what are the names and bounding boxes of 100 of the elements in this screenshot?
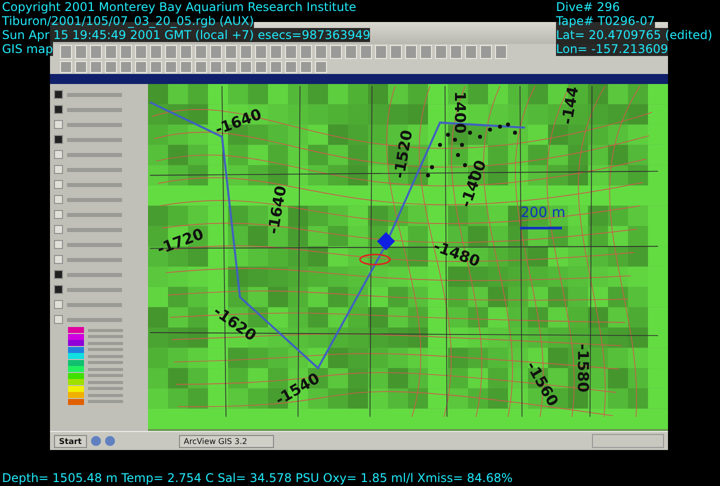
illegible-label (67, 242, 122, 246)
layer-checkbox[interactable] (54, 270, 63, 279)
illegible-label (88, 368, 123, 371)
illegible-label (67, 288, 122, 292)
tool-button[interactable] (480, 45, 492, 59)
tool-button[interactable] (105, 61, 117, 73)
layer-checkbox[interactable] (54, 255, 63, 264)
tool-button[interactable] (345, 45, 357, 59)
tool-button[interactable] (225, 61, 237, 73)
tool-button[interactable] (195, 61, 207, 73)
tool-button[interactable] (465, 45, 477, 59)
overlay-text: Tape# T0296-07 (556, 14, 656, 28)
tool-button[interactable] (150, 61, 162, 73)
illegible-label (67, 212, 122, 216)
tool-button[interactable] (150, 45, 162, 59)
tool-button[interactable] (90, 61, 102, 73)
tool-button[interactable] (90, 45, 102, 59)
contour-label: -1480 (431, 236, 482, 271)
layer-checkbox[interactable] (54, 240, 63, 249)
tool-button[interactable] (285, 61, 297, 73)
tool-button[interactable] (165, 61, 177, 73)
tool-button[interactable] (300, 61, 312, 73)
overlay-text: Tiburon/2001/105/07_03_20_05.rgb (AUX) (2, 14, 254, 28)
contour-label: -1520 (390, 128, 416, 180)
start-button[interactable]: Start (54, 434, 87, 448)
tool-button[interactable] (315, 61, 327, 73)
taskbar-task[interactable]: ArcView GIS 3.2 (178, 434, 274, 448)
illegible-label (88, 374, 123, 378)
illegible-label (67, 228, 122, 232)
layer-checkbox[interactable] (54, 315, 63, 324)
tool-button[interactable] (225, 45, 237, 59)
layer-checkbox[interactable] (54, 180, 63, 189)
tool-button[interactable] (105, 45, 117, 59)
scale-bar-label: 200 m (520, 204, 566, 221)
illegible-label (67, 138, 122, 142)
tool-button[interactable] (135, 61, 147, 73)
layer-checkbox[interactable] (54, 105, 63, 114)
tool-button[interactable] (330, 45, 342, 59)
layer-checkbox[interactable] (54, 135, 63, 144)
tool-button[interactable] (450, 45, 462, 59)
tool-button[interactable] (75, 61, 87, 73)
contour-label: -1720 (154, 224, 206, 258)
layer-checkbox[interactable] (54, 210, 63, 219)
tool-button[interactable] (240, 45, 252, 59)
illegible-label (88, 328, 123, 332)
layer-checkbox[interactable] (54, 300, 63, 309)
layer-checkbox[interactable] (54, 165, 63, 174)
tool-button[interactable] (255, 45, 267, 59)
tool-button[interactable] (360, 45, 372, 59)
tool-button[interactable] (60, 61, 72, 73)
tool-button[interactable] (390, 45, 402, 59)
layer-checkbox[interactable] (54, 150, 63, 159)
tool-button[interactable] (495, 45, 507, 59)
layer-checkbox[interactable] (54, 225, 63, 234)
illegible-label (67, 302, 122, 306)
contour-label: -144 (558, 85, 582, 126)
tool-button[interactable] (285, 45, 297, 59)
contour-label: -1580 (574, 344, 592, 392)
illegible-label (88, 361, 123, 364)
tool-button[interactable] (165, 45, 177, 59)
tool-button[interactable] (180, 61, 192, 73)
tool-button[interactable] (270, 45, 282, 59)
illegible-label (88, 335, 123, 338)
tool-button[interactable] (120, 61, 132, 73)
tool-button[interactable] (405, 45, 417, 59)
quick-launch-icon[interactable] (104, 436, 115, 446)
tool-button[interactable] (435, 45, 447, 59)
layer-checkbox[interactable] (54, 120, 63, 129)
tool-button[interactable] (300, 45, 312, 59)
illegible-label (67, 122, 122, 126)
tool-button[interactable] (210, 61, 222, 73)
illegible-label (88, 387, 123, 390)
tool-button[interactable] (120, 45, 132, 59)
tool-button[interactable] (210, 45, 222, 59)
layer-checkbox[interactable] (54, 285, 63, 294)
tool-button[interactable] (75, 45, 87, 59)
target-outline-icon (359, 254, 391, 266)
layer-checkbox[interactable] (54, 90, 63, 99)
tool-button[interactable] (60, 45, 72, 59)
scale-bar (520, 226, 562, 230)
illegible-label (88, 354, 123, 358)
contour-label: -1400 (456, 158, 490, 210)
tool-button[interactable] (135, 45, 147, 59)
tool-button[interactable] (195, 45, 207, 59)
tool-button[interactable] (375, 45, 387, 59)
illegible-label (88, 380, 123, 384)
tool-button[interactable] (255, 61, 267, 73)
sensor-readout: Depth= 1505.48 m Temp= 2.754 C Sal= 34.578 PSU Oxy= 1.85 ml/l Xmiss= 84.68% (2, 471, 513, 485)
illegible-label (67, 318, 122, 322)
illegible-label (88, 400, 123, 404)
tool-button[interactable] (180, 45, 192, 59)
quick-launch-icon[interactable] (90, 436, 101, 446)
illegible-label (88, 394, 123, 397)
tool-button[interactable] (240, 61, 252, 73)
tool-button[interactable] (315, 45, 327, 59)
illegible-label (67, 152, 122, 156)
tool-button[interactable] (270, 61, 282, 73)
layer-checkbox[interactable] (54, 195, 63, 204)
tool-button[interactable] (420, 45, 432, 59)
contour-label: -1640 (264, 184, 290, 236)
